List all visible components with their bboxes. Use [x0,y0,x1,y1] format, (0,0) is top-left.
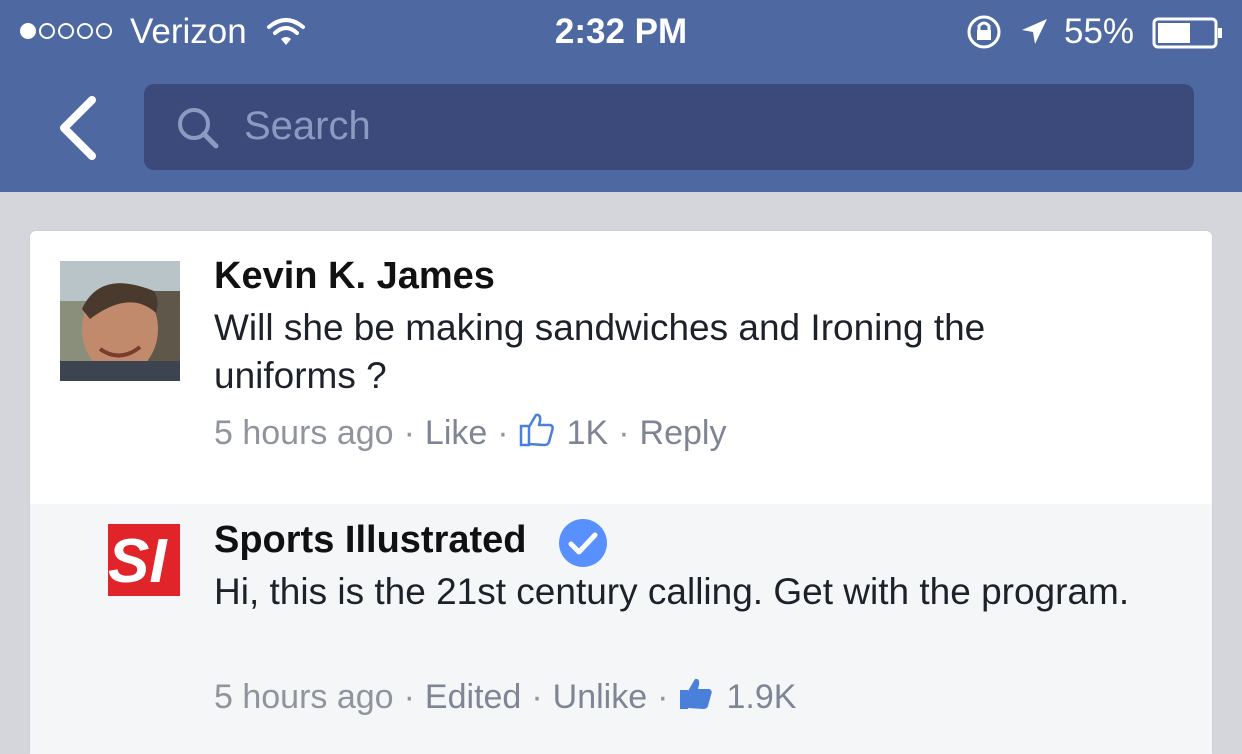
avatar[interactable] [60,261,180,381]
back-chevron-icon[interactable] [56,96,100,165]
comment-author[interactable]: Kevin K. James [214,255,495,298]
clock: 2:32 PM [554,12,688,51]
header-bar: Verizon 2:32 PM 55% Search [0,0,1242,192]
reply-timestamp: 5 hours ago [214,678,394,716]
reply-author[interactable]: Sports Illustrated [214,519,527,562]
search-icon [176,106,220,155]
battery-percentage: 55% [1064,12,1135,51]
reply-like-count[interactable]: 1.9K [726,678,796,717]
location-arrow-icon [1018,16,1050,57]
edited-label[interactable]: Edited [425,678,521,717]
like-button[interactable]: Like [425,414,487,453]
search-placeholder: Search [244,104,371,148]
comment-timestamp: 5 hours ago [214,414,394,452]
thumbs-up-icon [519,411,555,456]
unlike-button[interactable]: Unlike [553,678,647,717]
si-logo-text: SI [108,527,168,596]
rotation-lock-icon [964,14,1004,59]
like-count[interactable]: 1K [567,414,609,453]
battery-icon [1152,17,1224,58]
verified-badge-icon [558,518,608,573]
comments-card: Kevin K. James Will she be making sandwi… [30,231,1212,754]
comment-text: Will she be making sandwiches and Ironin… [214,307,986,396]
reply-meta: 5 hours ago · Edited · Unlike · 1.9K [214,675,796,720]
reply-button[interactable]: Reply [640,414,727,453]
thumbs-up-icon [678,675,714,720]
status-bar: Verizon 2:32 PM 55% [0,0,1242,64]
search-input[interactable]: Search [144,84,1194,170]
comment-meta: 5 hours ago · Like · 1K · Reply [214,411,726,456]
reply-text: Hi, this is the 21st century calling. Ge… [214,571,1130,612]
si-logo[interactable]: SI [108,524,180,596]
